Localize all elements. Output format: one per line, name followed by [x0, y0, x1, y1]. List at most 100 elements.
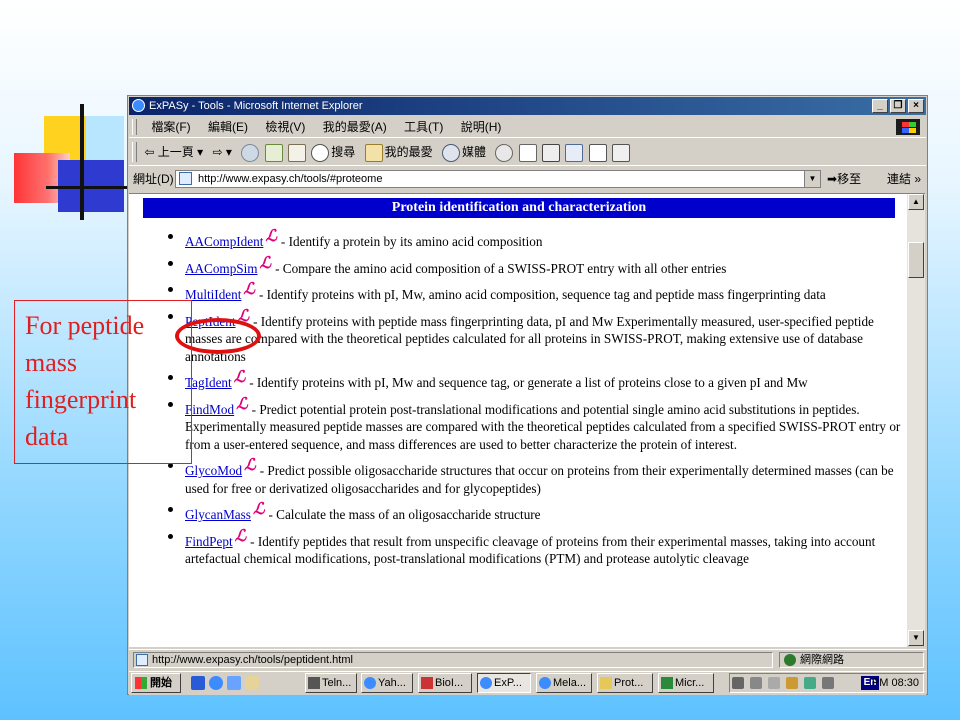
- annotation-box: For peptide mass fingerprint data: [14, 300, 192, 464]
- edit-icon[interactable]: [565, 143, 584, 162]
- back-arrow-icon: ⇦: [144, 145, 155, 159]
- antivirus-icon[interactable]: [804, 677, 817, 689]
- search-icon: [311, 143, 330, 162]
- status-text: http://www.expasy.ch/tools/peptident.htm…: [133, 652, 773, 668]
- task-label: Yah...: [378, 677, 406, 689]
- search-label: 搜尋: [331, 145, 356, 159]
- media-label: 媒體: [462, 145, 487, 159]
- stop-icon[interactable]: [241, 143, 260, 162]
- address-input[interactable]: http://www.expasy.ch/tools/#proteome ▼: [175, 170, 821, 188]
- page-icon: [136, 654, 148, 666]
- back-label: 上一頁: [157, 145, 194, 159]
- toolbar-grip[interactable]: [132, 142, 137, 162]
- task-label: Prot...: [614, 677, 644, 689]
- task-micr[interactable]: Micr...: [658, 673, 714, 693]
- license-icon[interactable]: ℒ: [234, 369, 246, 387]
- connection-icon[interactable]: [822, 677, 835, 689]
- outlook-icon[interactable]: [227, 676, 241, 690]
- license-icon[interactable]: ℒ: [236, 396, 248, 414]
- title-bar: ExPASy - Tools - Microsoft Internet Expl…: [129, 97, 926, 115]
- toolbar-grip[interactable]: [132, 119, 137, 135]
- search-button[interactable]: 搜尋: [311, 139, 355, 165]
- start-button[interactable]: 開始: [131, 673, 181, 693]
- tool-link-tagident[interactable]: TagIdent: [185, 375, 232, 390]
- license-icon[interactable]: ℒ: [244, 457, 256, 475]
- forward-button[interactable]: ⇨ ▾: [212, 139, 231, 165]
- annotation-line: For peptide: [25, 311, 145, 340]
- task-mela[interactable]: Mela...: [536, 673, 592, 693]
- media-button[interactable]: 媒體: [442, 139, 486, 165]
- scroll-up-icon[interactable]: ▲: [908, 194, 924, 210]
- annotation-line: data: [25, 422, 69, 451]
- tool-description: - Identify proteins with pI, Mw and sequ…: [249, 375, 808, 390]
- standard-toolbar: ⇦ 上一頁 ▾ ⇨ ▾ 搜尋 我的最愛 媒體: [129, 139, 926, 166]
- volume-icon[interactable]: [768, 677, 781, 689]
- list-item: GlycanMass ℒ - Calculate the mass of an ol…: [165, 501, 905, 524]
- printer-icon[interactable]: [750, 677, 763, 689]
- task-prot[interactable]: Prot...: [597, 673, 653, 693]
- messenger-icon[interactable]: [612, 143, 631, 162]
- scroll-thumb[interactable]: [908, 242, 924, 278]
- tool-link-aacompident[interactable]: AACompIdent: [185, 234, 263, 249]
- menu-favorites[interactable]: 我的最愛(A): [316, 117, 394, 137]
- list-item: PeptIdent ℒ - Identify proteins with pepti…: [165, 308, 905, 366]
- menu-view[interactable]: 檢視(V): [258, 117, 312, 137]
- task-telnet[interactable]: Teln...: [305, 673, 357, 693]
- scroll-down-icon[interactable]: ▼: [908, 630, 924, 646]
- decor-vertical-line: [80, 104, 84, 220]
- task-yahoo[interactable]: Yah...: [361, 673, 413, 693]
- excel-icon: [661, 677, 673, 689]
- maximize-button[interactable]: ❐: [890, 99, 906, 113]
- tool-link-multiident[interactable]: MultiIdent: [185, 287, 241, 302]
- mail-icon[interactable]: [518, 143, 537, 162]
- task-bioinfo[interactable]: BioI...: [418, 673, 472, 693]
- home-icon[interactable]: [287, 143, 306, 162]
- history-icon[interactable]: [495, 143, 514, 162]
- tool-link-aacompsim[interactable]: AACompSim: [185, 261, 258, 276]
- network-icon[interactable]: [732, 677, 744, 689]
- print-icon[interactable]: [542, 143, 561, 162]
- tool-icon[interactable]: [786, 677, 799, 689]
- page-icon: [179, 172, 192, 185]
- tool-link-findmod[interactable]: FindMod: [185, 402, 234, 417]
- ie-icon: [480, 677, 492, 689]
- page-heading: Protein identification and characterizat…: [143, 198, 895, 218]
- tool-description: - Compare the amino acid composition of …: [275, 260, 727, 276]
- task-expasy[interactable]: ExP...: [477, 673, 531, 693]
- license-icon[interactable]: ℒ: [260, 255, 272, 273]
- ie-icon: [539, 677, 551, 689]
- list-item: AACompIdent ℒ - Identify a protein by its …: [165, 228, 905, 251]
- menu-edit[interactable]: 編輯(E): [201, 117, 255, 137]
- menu-bar: 檔案(F) 編輯(E) 檢視(V) 我的最愛(A) 工具(T) 說明(H): [129, 117, 926, 138]
- taskbar: 開始 Teln... Yah... BioI... ExP... Mela...…: [129, 671, 926, 695]
- ie-icon[interactable]: [209, 676, 223, 690]
- license-icon[interactable]: ℒ: [265, 228, 277, 246]
- menu-help[interactable]: 說明(H): [454, 117, 509, 137]
- menu-file[interactable]: 檔案(F): [144, 117, 197, 137]
- license-icon[interactable]: ℒ: [253, 501, 265, 519]
- tool-link-findpept[interactable]: FindPept: [185, 534, 233, 549]
- chevron-down-icon[interactable]: ▾: [197, 145, 203, 159]
- minimize-button[interactable]: _: [872, 99, 888, 113]
- vertical-scrollbar[interactable]: ▲ ▼: [907, 193, 925, 646]
- back-button[interactable]: ⇦ 上一頁 ▾: [144, 139, 203, 165]
- tool-link-glycanmass[interactable]: GlycanMass: [185, 507, 251, 522]
- tool-link-glycomod[interactable]: GlycoMod: [185, 463, 242, 478]
- favorites-button[interactable]: 我的最愛: [364, 139, 433, 165]
- go-label: 移至: [837, 172, 862, 186]
- desktop-icon[interactable]: [245, 676, 259, 690]
- task-label: Micr...: [675, 677, 705, 689]
- license-icon[interactable]: ℒ: [243, 281, 255, 299]
- windows-logo-icon: [135, 677, 147, 689]
- tool-description: - Identify a protein by its amino acid c…: [280, 234, 543, 249]
- chevron-down-icon[interactable]: ▼: [804, 171, 820, 187]
- license-icon[interactable]: ℒ: [235, 528, 247, 546]
- refresh-icon[interactable]: [264, 143, 283, 162]
- start-label: 開始: [150, 677, 172, 689]
- media-player-icon[interactable]: [191, 676, 205, 690]
- close-button[interactable]: ×: [908, 99, 924, 113]
- menu-tools[interactable]: 工具(T): [397, 117, 450, 137]
- links-button[interactable]: 連結 »: [887, 167, 921, 191]
- discuss-icon[interactable]: [588, 143, 607, 162]
- go-button[interactable]: ➡移至: [827, 167, 861, 191]
